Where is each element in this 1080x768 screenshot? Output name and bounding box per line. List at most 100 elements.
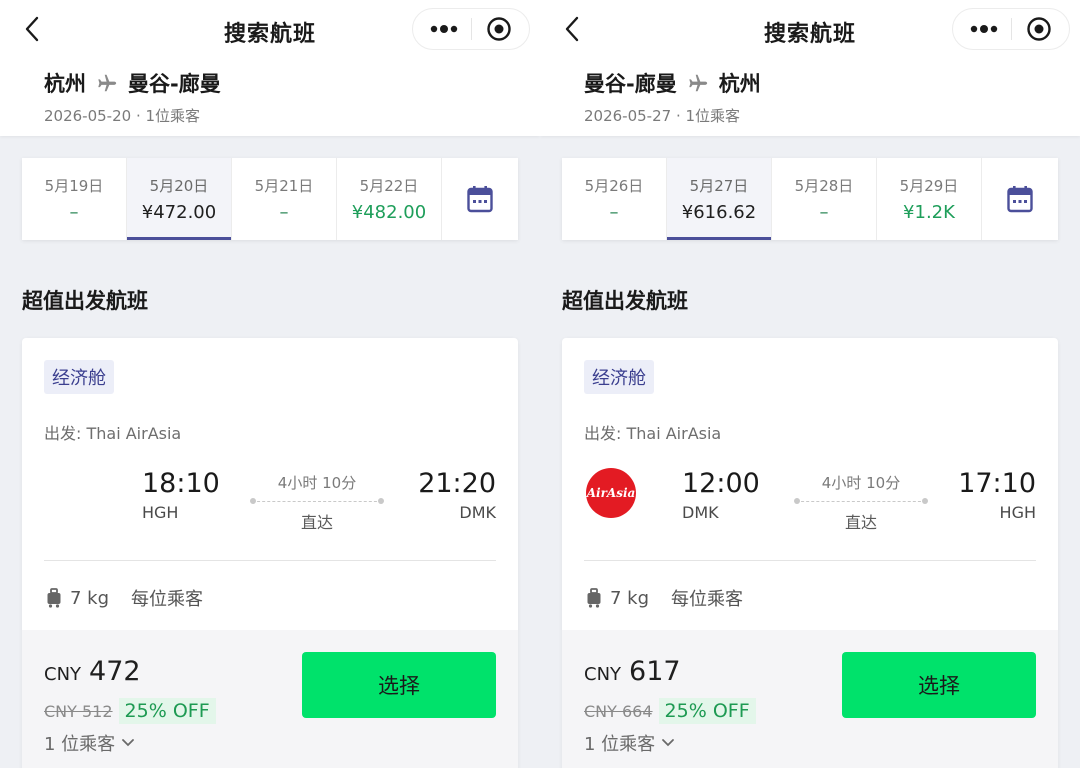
route-line (250, 498, 384, 509)
close-button[interactable] (1017, 11, 1061, 47)
section-title: 超值出发航班 (562, 289, 688, 313)
luggage-icon (47, 588, 61, 608)
flight-card[interactable]: 经济舱 出发: Thai AirAsia 18:10 HGH 4小时 10分 直… (22, 338, 518, 768)
departure-block: 12:00 DMK (682, 468, 760, 522)
select-button[interactable]: 选择 (302, 652, 496, 718)
luggage-icon (587, 588, 601, 608)
select-button[interactable]: 选择 (842, 652, 1036, 718)
return-panel: 搜索航班 曼谷-廊曼 杭州 2026-05-27 · 1位乘客 5月26日 – (540, 0, 1080, 768)
date-price: – (69, 202, 79, 223)
mini-program-capsule (412, 8, 530, 50)
passenger-count: 1位乘客 (145, 107, 201, 125)
departure-time: 12:00 (682, 468, 760, 499)
cabin-badge: 经济舱 (584, 360, 654, 394)
calendar-icon (1007, 186, 1033, 213)
more-dots-icon (430, 25, 457, 33)
price-amount: 472 (89, 656, 141, 687)
baggage-info: 7 kg 每位乘客 (586, 585, 743, 611)
date-price: – (609, 202, 619, 223)
arrival-airport: HGH (999, 503, 1036, 522)
operator-label: 出发: Thai AirAsia (44, 424, 182, 443)
outbound-panel: 搜索航班 杭州 曼谷-廊曼 2026-05-20 · 1位乘客 5月19日 – (0, 0, 540, 768)
date-label: 5月21日 (254, 177, 314, 195)
date-selector: 5月19日 – 5月20日 ¥472.00 5月21日 – 5月22日 ¥482… (22, 158, 518, 240)
date-selector: 5月26日 – 5月27日 ¥616.62 5月28日 – 5月29日 ¥1.2… (562, 158, 1058, 240)
original-price-row: CNY 664 25% OFF (584, 698, 756, 724)
more-dots-icon (970, 25, 997, 33)
route-from: 杭州 (44, 72, 86, 96)
calendar-button[interactable] (982, 158, 1058, 240)
route-from: 曼谷-廊曼 (584, 72, 677, 96)
route-to: 曼谷-廊曼 (128, 72, 221, 96)
mini-program-capsule (952, 8, 1070, 50)
separator-dot: · (671, 107, 686, 125)
baggage-per-passenger: 每位乘客 (131, 589, 204, 610)
flight-duration-block: 4小时 10分 直达 (794, 472, 928, 533)
date-option[interactable]: 5月26日 – (562, 158, 667, 240)
cabin-badge: 经济舱 (44, 360, 114, 394)
passenger-count: 1位乘客 (685, 107, 741, 125)
date-price: ¥482.00 (351, 202, 427, 223)
date-option[interactable]: 5月19日 – (22, 158, 127, 240)
header: 搜索航班 曼谷-廊曼 杭州 2026-05-27 · 1位乘客 (540, 0, 1080, 136)
arrival-airport: DMK (459, 503, 496, 522)
baggage-weight: 7 kg (70, 587, 110, 609)
price-currency: CNY (584, 664, 622, 685)
stops: 直达 (844, 513, 877, 532)
chevron-down-icon (122, 739, 135, 747)
date-label: 5月19日 (44, 177, 104, 195)
card-divider (44, 560, 496, 561)
price-main: CNY 472 (44, 656, 141, 687)
target-circle-icon (486, 17, 511, 41)
original-price: CNY 664 (584, 701, 653, 721)
date-option[interactable]: 5月28日 – (772, 158, 877, 240)
arrival-block: 17:10 HGH (958, 468, 1036, 522)
original-price-row: CNY 512 25% OFF (44, 698, 216, 724)
price-area: CNY 472 CNY 512 25% OFF 1 位乘客 选择 (22, 630, 518, 768)
trip-subline: 2026-05-27 · 1位乘客 (584, 105, 740, 126)
date-option[interactable]: 5月29日 ¥1.2K (877, 158, 982, 240)
operator-label: 出发: Thai AirAsia (584, 424, 722, 443)
capsule-divider (1010, 18, 1012, 40)
date-label: 5月26日 (584, 177, 644, 195)
passenger-dropdown[interactable]: 1 位乘客 (44, 730, 135, 756)
departure-airport: DMK (682, 503, 719, 522)
price-amount: 617 (629, 656, 681, 687)
route: 杭州 曼谷-廊曼 (44, 68, 221, 98)
date-label: 5月27日 (689, 177, 749, 195)
price-currency: CNY (44, 664, 82, 685)
departure-block: 18:10 HGH (142, 468, 220, 522)
trip-subline: 2026-05-20 · 1位乘客 (44, 105, 200, 126)
airasia-logo-icon: AirAsia (586, 468, 636, 518)
date-option[interactable]: 5月22日 ¥482.00 (337, 158, 442, 240)
logo-text: AirAsia (586, 486, 636, 500)
passenger-dropdown-label: 1 位乘客 (584, 734, 656, 755)
date-label: 5月22日 (359, 177, 419, 195)
close-button[interactable] (477, 11, 521, 47)
date-label: 5月29日 (899, 177, 959, 195)
departure-time: 18:10 (142, 468, 220, 499)
trip-date: 2026-05-20 (44, 107, 132, 125)
calendar-icon (467, 186, 493, 213)
flight-duration-block: 4小时 10分 直达 (250, 472, 384, 533)
arrival-time: 21:20 (418, 468, 496, 499)
target-circle-icon (1026, 17, 1051, 41)
stops: 直达 (300, 513, 333, 532)
date-option-selected[interactable]: 5月27日 ¥616.62 (667, 158, 772, 240)
flight-card[interactable]: 经济舱 出发: Thai AirAsia AirAsia 12:00 DMK 4… (562, 338, 1058, 768)
date-price: ¥1.2K (903, 202, 955, 223)
passenger-dropdown[interactable]: 1 位乘客 (584, 730, 675, 756)
more-button[interactable] (422, 11, 466, 47)
date-option-selected[interactable]: 5月20日 ¥472.00 (127, 158, 232, 240)
separator-dot: · (131, 107, 146, 125)
arrival-block: 21:20 DMK (418, 468, 496, 522)
airplane-icon (96, 72, 118, 94)
more-button[interactable] (962, 11, 1006, 47)
calendar-button[interactable] (442, 158, 518, 240)
discount-badge: 25% OFF (118, 698, 216, 724)
date-option[interactable]: 5月21日 – (232, 158, 337, 240)
baggage-per-passenger: 每位乘客 (671, 589, 744, 610)
arrival-time: 17:10 (958, 468, 1036, 499)
route: 曼谷-廊曼 杭州 (584, 68, 761, 98)
date-price: – (279, 202, 289, 223)
